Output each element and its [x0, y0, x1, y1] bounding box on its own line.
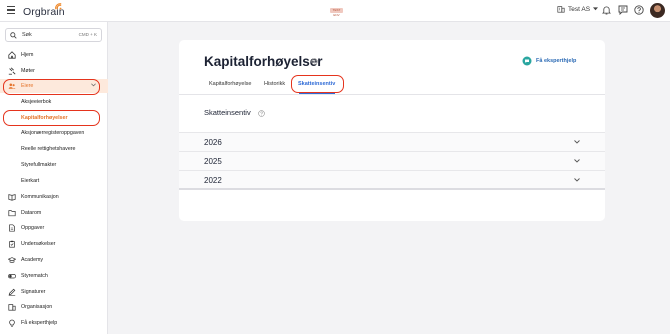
- sidebar-item-styrefullmakter[interactable]: Styrefullmakter: [0, 158, 108, 172]
- search-label: Søk: [22, 32, 32, 38]
- chevron-down-icon: [574, 159, 580, 163]
- expert-help-button[interactable]: Få eksperthjelp: [522, 56, 576, 66]
- sidebar-item-oppgaver[interactable]: Oppgaver: [0, 221, 108, 235]
- caret-down-icon: [593, 7, 599, 11]
- logo-mark-icon: [55, 3, 62, 10]
- building-icon: [8, 304, 16, 311]
- toggle-icon: [8, 274, 16, 279]
- info-icon[interactable]: [258, 110, 265, 117]
- expert-help-label: Få eksperthjelp: [536, 58, 577, 64]
- sidebar-item-aksjeeierbok[interactable]: Aksjeeierbok: [0, 95, 108, 109]
- sidebar-item-signaturer[interactable]: Signaturer: [0, 285, 108, 299]
- search-box[interactable]: Søk CMD + K: [5, 28, 102, 42]
- sidebar-item-styrematch[interactable]: Styrematch: [0, 269, 108, 283]
- lightbulb-icon: [9, 319, 15, 327]
- year-label: 2025: [204, 157, 222, 166]
- user-avatar[interactable]: [650, 3, 665, 18]
- accordion-bottom-border: [179, 188, 605, 190]
- tab-kapitalforhoyelse[interactable]: Kapitalforhøyelse: [209, 81, 252, 87]
- sidebar-item-aksjonaerregisteroppgaven[interactable]: Aksjonærregisteroppgaven: [0, 126, 108, 140]
- sidebar-item-hjem[interactable]: Hjem: [0, 48, 108, 62]
- gavel-icon: [8, 67, 16, 75]
- year-accordion-2026[interactable]: 2026: [179, 132, 605, 151]
- search-shortcut: CMD + K: [78, 32, 97, 37]
- sidebar-item-kapitalforhoyelser[interactable]: Kapitalforhøyelser: [0, 111, 108, 125]
- tab-historikk[interactable]: Historikk: [264, 81, 285, 87]
- sidebar-item-moter[interactable]: Møter: [0, 64, 108, 78]
- tab-skatteinsentiv[interactable]: Skatteinsentiv: [298, 81, 335, 87]
- chevron-down-icon: [574, 140, 580, 144]
- section-title: Skatteinsentiv: [204, 108, 251, 117]
- environment-badge: TEST ENV: [330, 8, 343, 17]
- year-label: 2022: [204, 176, 222, 185]
- year-accordion-2025[interactable]: 2025: [179, 151, 605, 170]
- sidebar-item-fa-eksperthjelp[interactable]: Få eksperthjelp: [0, 316, 108, 330]
- bell-icon[interactable]: [602, 5, 611, 15]
- users-icon: [8, 83, 16, 89]
- sidebar-item-kommunikasjon[interactable]: Kommunikasjon: [0, 190, 108, 204]
- search-icon: [10, 31, 17, 39]
- chevron-down-icon: [574, 178, 580, 182]
- building-icon: [557, 6, 565, 13]
- sidebar-item-eierkart[interactable]: Eierkart: [0, 174, 108, 188]
- home-icon: [8, 51, 16, 59]
- sidebar-item-academy[interactable]: Academy: [0, 253, 108, 267]
- graduation-cap-icon: [8, 257, 16, 263]
- menu-icon[interactable]: [7, 6, 15, 15]
- sidebar-item-datarom[interactable]: Datarom: [0, 206, 108, 220]
- sidebar-item-reelle-rettighetshavere[interactable]: Reelle rettighetshavere: [0, 142, 108, 156]
- book-icon: [8, 194, 16, 201]
- info-icon[interactable]: [311, 58, 318, 65]
- top-bar: Orgbrain TEST ENV Test AS: [0, 0, 670, 22]
- year-accordion-2022[interactable]: 2022: [179, 170, 605, 189]
- year-label: 2026: [204, 138, 222, 147]
- clipboard-icon: [9, 240, 15, 248]
- page-title: Kapitalforhøyelser: [204, 54, 323, 69]
- message-icon[interactable]: [618, 5, 628, 15]
- chat-bubble-icon: [522, 56, 532, 66]
- folder-icon: [8, 210, 16, 217]
- help-icon[interactable]: [634, 5, 644, 15]
- sidebar-item-eiere[interactable]: Eiere: [0, 79, 108, 93]
- sidebar-item-organisasjon[interactable]: Organisasjon: [0, 300, 108, 314]
- pen-icon: [8, 288, 16, 296]
- sidebar-item-undersokelser[interactable]: Undersøkelser: [0, 237, 108, 251]
- chevron-down-icon: [91, 83, 96, 87]
- document-icon: [9, 224, 15, 232]
- company-switcher[interactable]: Test AS: [557, 5, 599, 13]
- company-name: Test AS: [568, 5, 591, 13]
